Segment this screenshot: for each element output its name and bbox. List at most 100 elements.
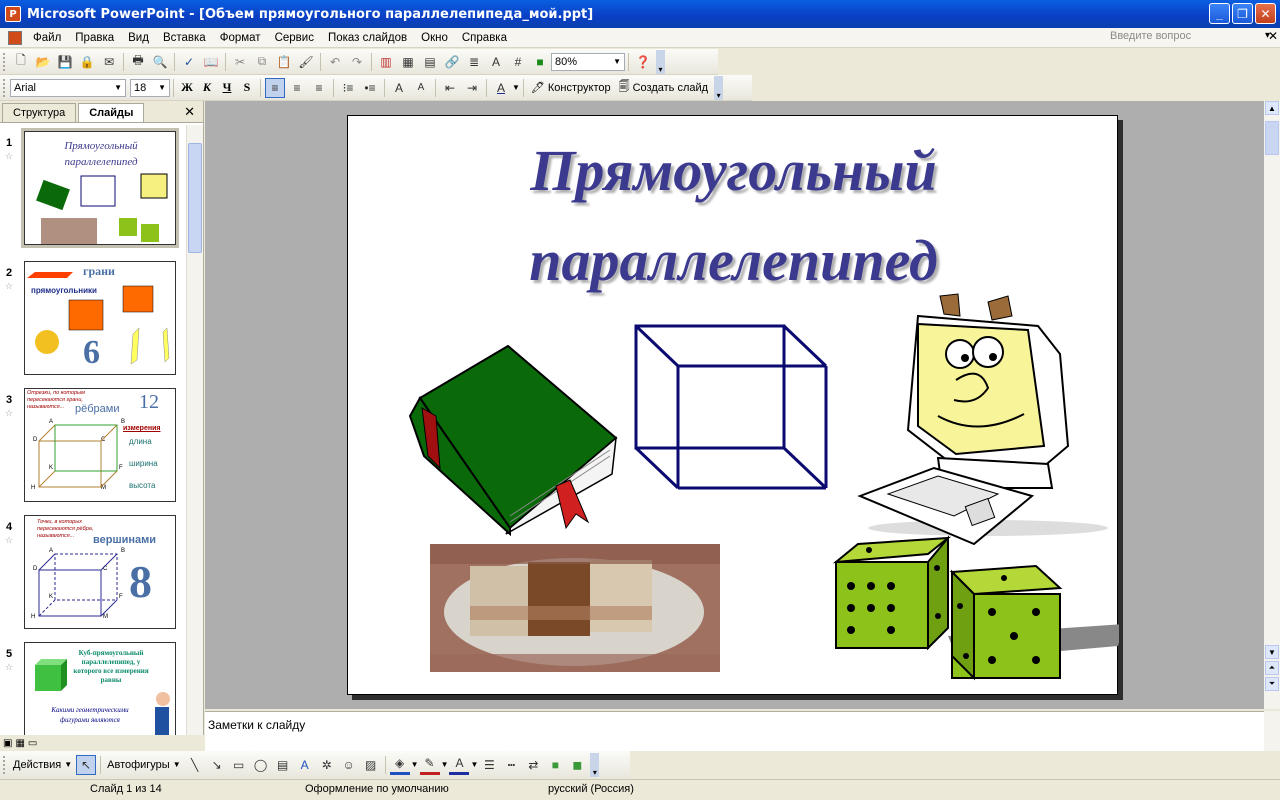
line-color-icon[interactable]: ✎ xyxy=(419,755,440,775)
slide-thumbnail[interactable]: Куб-прямоугольный параллелепипед, у кото… xyxy=(24,642,176,735)
slideshow-icon[interactable]: ▭ xyxy=(28,738,37,749)
research-icon[interactable]: 📖 xyxy=(201,52,221,72)
menu-edit[interactable]: Правка xyxy=(68,32,121,44)
select-objects-icon[interactable]: ↖ xyxy=(76,754,97,775)
print-preview-icon[interactable]: 🔍 xyxy=(150,52,170,72)
numbering-icon[interactable]: ⁝≡ xyxy=(338,78,358,98)
menu-view[interactable]: Вид xyxy=(121,32,156,44)
cut-icon[interactable]: ✂ xyxy=(230,52,250,72)
menu-help[interactable]: Справка xyxy=(455,32,514,44)
copy-icon[interactable]: ⧉ xyxy=(252,52,272,72)
toolbar-grip[interactable] xyxy=(3,78,6,97)
slide-sorter-icon[interactable]: ▦ xyxy=(15,738,24,749)
wordart-icon[interactable]: A xyxy=(295,755,315,775)
zoom-select[interactable]: 80% ▼ xyxy=(551,52,625,71)
new-slide-button[interactable]: 🗐 Создать слайд xyxy=(615,78,712,97)
slides-pane-scrollbar[interactable] xyxy=(186,125,203,735)
line-icon[interactable]: ╲ xyxy=(185,755,205,775)
email-icon[interactable]: ✉ xyxy=(99,52,119,72)
slide-thumbnail[interactable]: Прямоугольный параллелепипед xyxy=(21,128,179,248)
menu-slideshow[interactable]: Показ слайдов xyxy=(321,32,414,44)
toolbar-options-icon[interactable]: ▾ xyxy=(590,752,600,777)
tab-slides[interactable]: Слайды xyxy=(78,103,145,122)
autoshapes-menu[interactable]: Автофигуры ▼ xyxy=(104,759,184,771)
tables-borders-icon[interactable]: ▤ xyxy=(420,52,440,72)
font-color-icon[interactable]: A xyxy=(449,755,470,775)
new-icon[interactable]: 🗋 xyxy=(11,52,31,72)
toolbar-grip[interactable] xyxy=(3,52,6,71)
permission-icon[interactable]: 🔒 xyxy=(77,52,97,72)
slide-vertical-scrollbar[interactable]: ▲ ▼ ⏶ ⏷ xyxy=(1264,101,1280,709)
oval-icon[interactable]: ◯ xyxy=(251,755,271,775)
designer-button[interactable]: 🖊 Конструктор xyxy=(527,81,615,95)
arrow-style-icon[interactable]: ⇄ xyxy=(523,755,543,775)
maximize-button[interactable]: ❐ xyxy=(1232,3,1253,24)
insert-chart-icon[interactable]: ▥ xyxy=(376,52,396,72)
format-painter-icon[interactable]: 🖌 xyxy=(296,52,316,72)
scrollbar-thumb[interactable] xyxy=(188,143,202,253)
bold-button[interactable]: Ж xyxy=(177,78,197,98)
slide-thumbnail[interactable]: грани прямоугольники 6 xyxy=(24,261,176,375)
fill-color-icon[interactable]: ◈ xyxy=(389,755,410,775)
current-slide[interactable]: Прямоугольный параллелепипед xyxy=(347,115,1119,695)
slide-thumbnail[interactable]: Отрезки, по которым пересекаются грани, … xyxy=(24,388,176,502)
tab-outline[interactable]: Структура xyxy=(2,103,77,122)
minimize-button[interactable]: _ xyxy=(1209,3,1230,24)
menu-insert[interactable]: Вставка xyxy=(156,32,213,44)
grid-icon[interactable]: # xyxy=(508,52,528,72)
arrow-icon[interactable]: ↘ xyxy=(207,755,227,775)
font-color-icon[interactable]: A xyxy=(491,78,511,98)
increase-font-icon[interactable]: A xyxy=(389,78,409,98)
powerpoint-app-icon[interactable]: P xyxy=(5,6,21,22)
paste-icon[interactable]: 📋 xyxy=(274,52,294,72)
align-right-icon[interactable]: ≡ xyxy=(309,78,329,98)
hyperlink-icon[interactable]: 🔗 xyxy=(442,52,462,72)
menu-window[interactable]: Окно xyxy=(414,32,455,44)
spelling-icon[interactable]: ✓ xyxy=(179,52,199,72)
scrollbar-thumb[interactable] xyxy=(1265,121,1279,155)
decrease-font-icon[interactable]: A xyxy=(411,78,431,98)
close-pane-icon[interactable]: ✕ xyxy=(184,104,195,120)
picture-icon[interactable]: ▨ xyxy=(361,755,381,775)
align-center-icon[interactable]: ≡ xyxy=(287,78,307,98)
save-icon[interactable]: 💾 xyxy=(55,52,75,72)
toolbar-options-icon[interactable]: ▾ xyxy=(656,49,665,74)
next-slide-icon[interactable]: ⏷ xyxy=(1265,677,1279,691)
redo-icon[interactable]: ↷ xyxy=(347,52,367,72)
clipart-icon[interactable]: ☺ xyxy=(339,755,359,775)
undo-icon[interactable]: ↶ xyxy=(325,52,345,72)
notes-scrollbar[interactable] xyxy=(1264,711,1280,751)
toolbar-grip[interactable] xyxy=(3,755,6,774)
previous-slide-icon[interactable]: ⏶ xyxy=(1265,661,1279,675)
document-icon[interactable] xyxy=(8,30,22,45)
menu-tools[interactable]: Сервис xyxy=(268,32,321,44)
align-left-icon[interactable]: ≡ xyxy=(265,77,285,98)
expand-all-icon[interactable]: ≣ xyxy=(464,52,484,72)
italic-button[interactable]: К xyxy=(197,78,217,98)
open-icon[interactable]: 📂 xyxy=(33,52,53,72)
print-icon[interactable]: 🖶 xyxy=(128,52,148,72)
line-style-icon[interactable]: ☰ xyxy=(479,755,499,775)
shadow-style-icon[interactable]: ■ xyxy=(545,755,565,775)
help-icon[interactable]: ❓ xyxy=(633,52,653,72)
bullets-icon[interactable]: •≡ xyxy=(360,78,380,98)
underline-button[interactable]: Ч xyxy=(217,78,237,98)
notes-pane[interactable]: Заметки к слайду xyxy=(205,711,1264,751)
increase-indent-icon[interactable]: ⇥ xyxy=(462,78,482,98)
doc-close-icon[interactable]: ✕ xyxy=(1268,29,1278,43)
insert-table-icon[interactable]: ▦ xyxy=(398,52,418,72)
scroll-down-icon[interactable]: ▼ xyxy=(1265,645,1279,659)
font-size-select[interactable]: 18 ▼ xyxy=(130,78,170,97)
3d-style-icon[interactable]: ◼ xyxy=(567,755,587,775)
menu-format[interactable]: Формат xyxy=(213,32,268,44)
color-grayscale-icon[interactable]: ■ xyxy=(530,52,550,72)
dash-style-icon[interactable]: ┅ xyxy=(501,755,521,775)
decrease-indent-icon[interactable]: ⇤ xyxy=(440,78,460,98)
diagram-icon[interactable]: ✲ xyxy=(317,755,337,775)
slide-thumbnail[interactable]: Точки, в которых пересекаются рёбра, наз… xyxy=(24,515,176,629)
font-select[interactable]: Arial ▼ xyxy=(10,78,126,97)
normal-view-icon[interactable]: ▣ xyxy=(3,738,12,749)
ask-question-input[interactable]: Введите вопрос xyxy=(1108,30,1258,46)
menu-file[interactable]: Файл xyxy=(26,32,68,44)
textbox-icon[interactable]: ▤ xyxy=(273,755,293,775)
